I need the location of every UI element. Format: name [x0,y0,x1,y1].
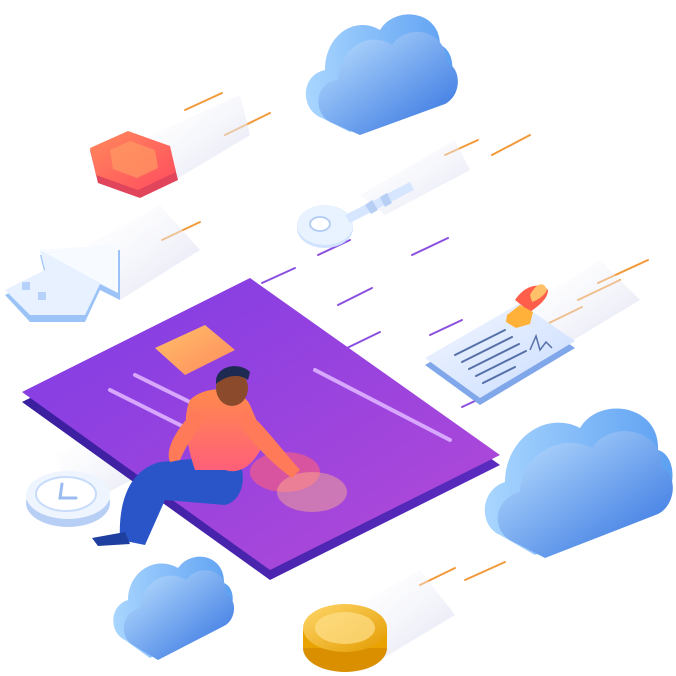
contract-document-icon [425,260,640,405]
cloud-icon [305,14,458,135]
hexagon-shield-icon [90,95,250,198]
upload-arrow-icon [5,205,200,322]
coin-icon [303,570,455,672]
key-icon [297,140,470,248]
cloud-icon [484,408,673,558]
fintech-illustration [5,14,673,672]
cloud-icon [113,556,235,660]
